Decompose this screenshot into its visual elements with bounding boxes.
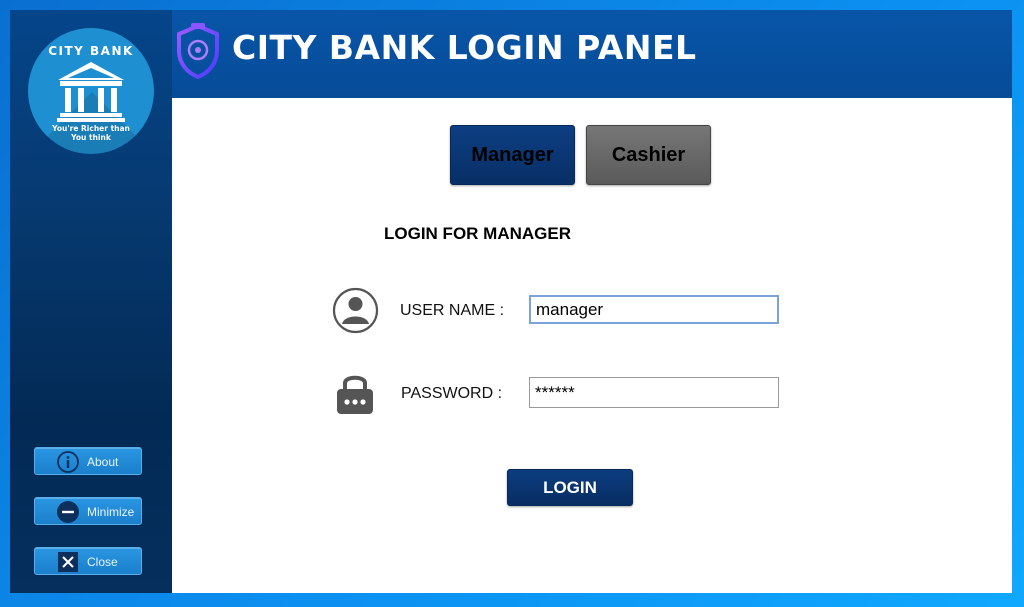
sidebar: CITY BANK You're Richer than You think A…	[10, 10, 172, 593]
bank-logo: CITY BANK You're Richer than You think	[28, 28, 154, 154]
login-window: CITY BANK You're Richer than You think A…	[10, 10, 1012, 593]
tab-manager[interactable]: Manager	[450, 125, 575, 185]
info-icon	[57, 451, 79, 473]
minus-icon	[57, 501, 79, 523]
password-input[interactable]	[529, 377, 779, 408]
password-label: PASSWORD :	[401, 385, 503, 402]
logo-tagline-line2: You think	[71, 133, 111, 142]
padlock-icon	[337, 375, 373, 414]
username-label: USER NAME :	[400, 302, 505, 319]
close-icon	[58, 552, 78, 572]
tab-cashier[interactable]: Cashier	[586, 125, 711, 185]
login-heading: LOGIN FOR MANAGER	[384, 224, 571, 243]
logo-tagline: You're Richer than You think	[28, 124, 154, 142]
minimize-label: Minimize	[87, 505, 135, 519]
login-button[interactable]: LOGIN	[507, 469, 633, 506]
close-label: Close	[87, 555, 118, 569]
about-button[interactable]: About	[34, 447, 142, 475]
minimize-button[interactable]: Minimize	[34, 497, 142, 525]
about-label: About	[87, 455, 119, 469]
bank-building-icon	[57, 62, 125, 122]
close-button[interactable]: Close	[34, 547, 142, 575]
logo-tagline-line1: You're Richer than	[52, 124, 130, 133]
logo-title: CITY BANK	[48, 44, 134, 58]
username-input[interactable]	[529, 295, 779, 324]
user-avatar-icon	[332, 287, 379, 334]
page-title: CITY BANK LOGIN PANEL	[232, 28, 697, 67]
security-shield-icon	[177, 23, 219, 79]
